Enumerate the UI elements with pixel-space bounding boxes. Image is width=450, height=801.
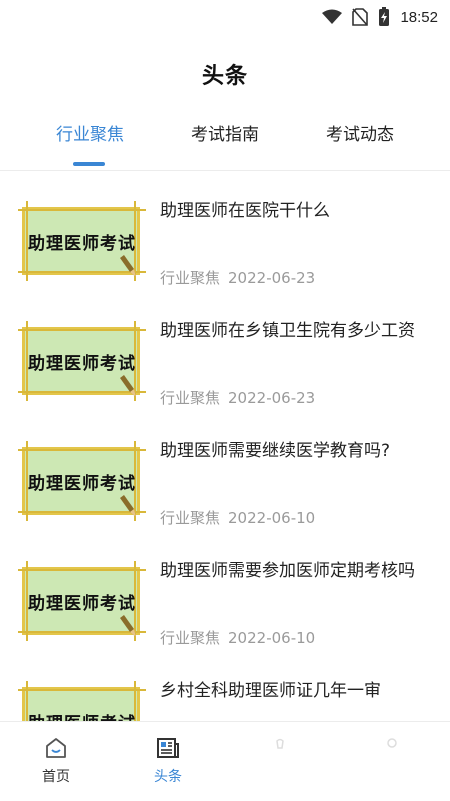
- article-list[interactable]: 助理医师考试 助理医师在医院干什么 行业聚焦 2022-06-23 助理医师考试 …: [0, 171, 450, 721]
- article-meta: 行业聚焦 2022-06-23: [160, 387, 315, 408]
- article-date: 2022-06-23: [228, 269, 316, 287]
- pencil-icon: [120, 375, 136, 397]
- article-date: 2022-06-23: [228, 389, 316, 407]
- tab-bar: 行业聚焦 考试指南 考试动态: [0, 112, 450, 171]
- article-date: 2022-06-10: [228, 509, 316, 527]
- nav-home-label: 首页: [42, 769, 70, 785]
- bottom-nav: 首页 头条: [0, 721, 450, 801]
- thumbnail-text: 助理医师考试: [18, 709, 146, 721]
- news-icon: [157, 738, 179, 758]
- wifi-icon: [322, 9, 343, 24]
- pencil-icon: [120, 255, 136, 277]
- article-meta: 行业聚焦 2022-06-10: [160, 507, 315, 528]
- tab-industry-focus[interactable]: 行业聚焦: [30, 120, 150, 145]
- list-item[interactable]: 助理医师考试 助理医师在乡镇卫生院有多少工资 行业聚焦 2022-06-23: [0, 291, 450, 411]
- article-thumbnail: 助理医师考试: [18, 321, 146, 401]
- article-category: 行业聚焦: [160, 269, 221, 287]
- article-title: 助理医师在乡镇卫生院有多少工资: [160, 321, 415, 341]
- battery-charging-icon: [379, 7, 390, 26]
- article-title: 乡村全科助理医师证几年一审: [160, 681, 381, 701]
- home-icon: [46, 738, 66, 758]
- active-tab-indicator: [73, 162, 105, 166]
- list-item[interactable]: 助理医师考试 乡村全科助理医师证几年一审: [0, 651, 450, 721]
- nav-item-4[interactable]: [336, 722, 448, 801]
- article-category: 行业聚焦: [160, 509, 221, 527]
- article-title: 助理医师需要继续医学教育吗?: [160, 441, 391, 461]
- page-title: 头条: [201, 64, 248, 89]
- status-bar: 18:52: [0, 0, 450, 34]
- nav-home[interactable]: 首页: [0, 722, 112, 801]
- article-thumbnail: 助理医师考试: [18, 441, 146, 521]
- thumbnail-text: 助理医师考试: [28, 594, 136, 614]
- article-date: 2022-06-10: [228, 629, 316, 647]
- article-thumbnail: 助理医师考试: [18, 681, 146, 721]
- pencil-icon: [120, 615, 136, 637]
- no-sim-icon: [352, 8, 369, 26]
- article-meta: 行业聚焦 2022-06-23: [160, 267, 315, 288]
- nav-icon-3: [276, 738, 284, 749]
- nav-icon-4: [387, 738, 397, 748]
- thumbnail-text: 助理医师考试: [28, 234, 136, 254]
- nav-headlines-label: 头条: [154, 769, 182, 785]
- pencil-icon: [120, 495, 136, 517]
- article-title: 助理医师需要参加医师定期考核吗: [160, 561, 415, 581]
- thumbnail-text: 助理医师考试: [28, 474, 136, 494]
- article-title: 助理医师在医院干什么: [160, 201, 330, 221]
- list-item[interactable]: 助理医师考试 助理医师需要参加医师定期考核吗 行业聚焦 2022-06-10: [0, 531, 450, 651]
- nav-headlines[interactable]: 头条: [112, 722, 224, 801]
- thumbnail-text: 助理医师考试: [28, 354, 136, 374]
- nav-item-3[interactable]: [224, 722, 336, 801]
- article-thumbnail: 助理医师考试: [18, 201, 146, 281]
- list-item[interactable]: 助理医师考试 助理医师需要继续医学教育吗? 行业聚焦 2022-06-10: [0, 411, 450, 531]
- article-category: 行业聚焦: [160, 629, 221, 647]
- tab-exam-news[interactable]: 考试动态: [300, 120, 420, 145]
- tab-exam-guide[interactable]: 考试指南: [165, 120, 285, 145]
- list-item[interactable]: 助理医师考试 助理医师在医院干什么 行业聚焦 2022-06-23: [0, 171, 450, 291]
- status-time: 18:52: [400, 8, 438, 26]
- article-meta: 行业聚焦 2022-06-10: [160, 627, 315, 648]
- article-thumbnail: 助理医师考试: [18, 561, 146, 641]
- article-category: 行业聚焦: [160, 389, 221, 407]
